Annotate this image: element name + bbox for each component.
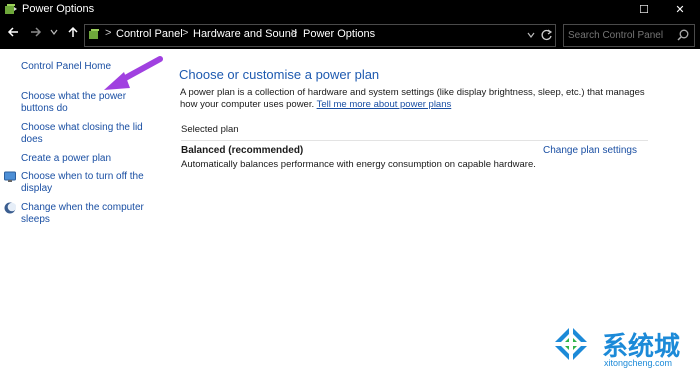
breadcrumb-hardware-and-sound[interactable]: Hardware and Sound [193, 28, 297, 40]
sidebar-item-computer-sleeps[interactable]: Change when the computer sleeps [21, 202, 146, 226]
search-input[interactable] [568, 28, 668, 42]
page-title: Choose or customise a power plan [179, 67, 380, 82]
chevron-down-icon[interactable] [526, 28, 536, 47]
window-title: Power Options [22, 3, 95, 15]
display-icon [4, 171, 16, 182]
breadcrumb-power-options[interactable]: Power Options [303, 28, 375, 40]
breadcrumb-control-panel[interactable]: Control Panel [116, 28, 183, 40]
chevron-down-icon[interactable] [48, 25, 60, 43]
search-box[interactable] [563, 24, 695, 47]
title-bar: Power Options ☐ ✕ [0, 0, 700, 20]
address-box[interactable]: > Control Panel > Hardware and Sound > P… [84, 24, 556, 47]
control-panel-icon [89, 29, 99, 39]
maximize-button[interactable]: ☐ [632, 0, 656, 20]
refresh-icon[interactable] [540, 28, 553, 47]
plan-name: Balanced (recommended) [181, 145, 304, 156]
sidebar-item-turn-off-display[interactable]: Choose when to turn off the display [21, 171, 146, 195]
up-arrow-icon[interactable] [64, 25, 82, 43]
sidebar-item-closing-lid[interactable]: Choose what closing the lid does [21, 122, 146, 146]
selected-plan-label: Selected plan [181, 124, 239, 135]
divider [181, 140, 648, 141]
back-arrow-icon[interactable] [4, 25, 22, 43]
breadcrumb-separator: > [291, 27, 298, 39]
breadcrumb-separator: > [105, 27, 112, 39]
breadcrumb-separator: > [182, 27, 189, 39]
left-navigation: Control Panel Home Choose what the power… [0, 49, 165, 378]
plan-description: Automatically balances performance with … [181, 159, 536, 170]
sidebar-item-power-buttons[interactable]: Choose what the power buttons do [21, 91, 133, 115]
moon-icon [4, 202, 16, 214]
search-icon[interactable] [676, 28, 690, 42]
watermark-text-en: xitongcheng.com [604, 358, 673, 368]
power-options-icon [5, 4, 17, 14]
control-panel-home-link[interactable]: Control Panel Home [21, 61, 151, 73]
learn-more-link[interactable]: Tell me more about power plans [317, 99, 452, 110]
page-description: A power plan is a collection of hardware… [180, 87, 650, 111]
close-button[interactable]: ✕ [668, 0, 692, 20]
forward-arrow-icon[interactable] [27, 25, 45, 43]
sidebar-item-create-plan[interactable]: Create a power plan [21, 153, 151, 165]
change-plan-settings-link[interactable]: Change plan settings [543, 145, 637, 156]
